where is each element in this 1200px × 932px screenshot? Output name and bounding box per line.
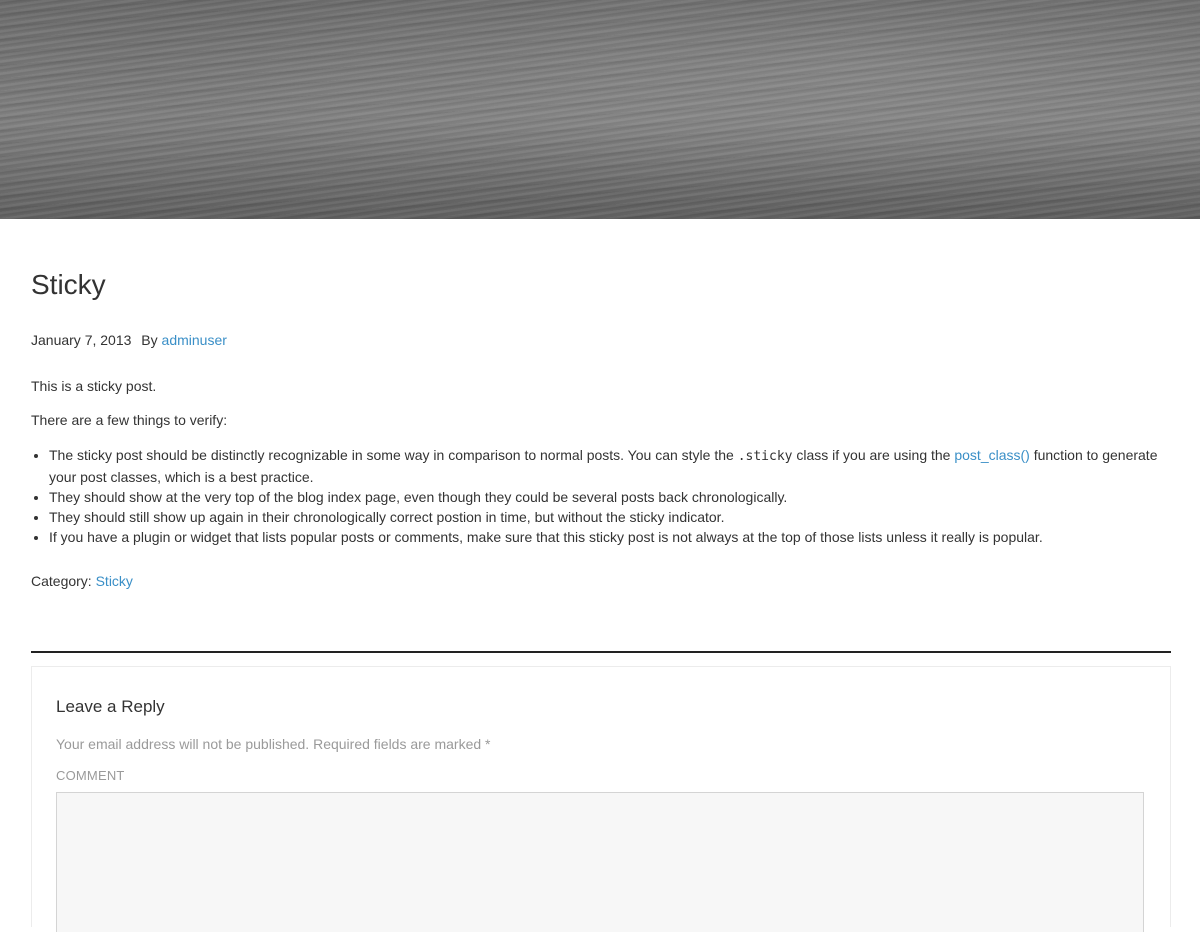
- category-link[interactable]: Sticky: [96, 573, 133, 589]
- list-item: They should still show up again in their…: [49, 507, 1159, 527]
- post-meta: January 7, 2013 By adminuser: [31, 332, 227, 348]
- comment-textarea[interactable]: [56, 792, 1144, 932]
- post-by-label: By: [141, 332, 158, 348]
- comment-form: Leave a Reply Your email address will no…: [31, 666, 1171, 932]
- list-item: If you have a plugin or widget that list…: [49, 527, 1159, 547]
- post-class-link[interactable]: post_class(): [954, 447, 1029, 463]
- section-divider: [31, 651, 1171, 653]
- sticky-class-code: .sticky: [737, 449, 793, 464]
- verify-list: The sticky post should be distinctly rec…: [31, 445, 1159, 547]
- category-label: Category:: [31, 573, 92, 589]
- post-category: Category: Sticky: [31, 573, 133, 589]
- list-item: They should show at the very top of the …: [49, 487, 1159, 507]
- post-date: January 7, 2013: [31, 332, 132, 348]
- comment-label: COMMENT: [56, 768, 125, 783]
- list-item-text: The sticky post should be distinctly rec…: [49, 447, 738, 463]
- header-image: [0, 0, 1200, 219]
- reply-notes: Your email address will not be published…: [56, 736, 491, 752]
- reply-title: Leave a Reply: [56, 697, 165, 716]
- post-title: Sticky: [31, 269, 106, 300]
- post-lead: There are a few things to verify:: [31, 412, 228, 428]
- list-item: The sticky post should be distinctly rec…: [49, 445, 1159, 487]
- list-item-text: class if you are using the: [792, 447, 955, 463]
- post-author-link[interactable]: adminuser: [162, 332, 227, 348]
- post-intro: This is a sticky post.: [31, 378, 157, 394]
